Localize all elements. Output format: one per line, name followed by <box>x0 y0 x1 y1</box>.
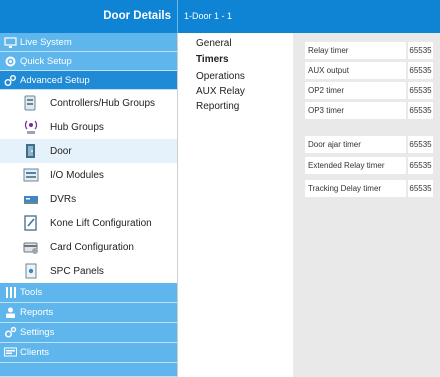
lift-icon <box>22 214 40 232</box>
clients-icon <box>4 346 17 359</box>
controller-icon <box>22 94 40 112</box>
sidebar-section-label: Settings <box>20 327 55 338</box>
sidebar-item-label: SPC Panels <box>50 265 104 277</box>
hub-icon <box>22 118 40 136</box>
sidebar: Live System Quick Setup Advanced Setup C… <box>0 33 178 377</box>
sidebar-section-label: Advanced Setup <box>20 74 90 86</box>
sidebar-item-label: DVRs <box>50 193 77 205</box>
sidebar-item-label: Card Configuration <box>50 241 134 253</box>
timer-row-extended-relay: Extended Relay timer 65535 <box>305 157 433 174</box>
timer-label: Extended Relay timer <box>305 157 406 174</box>
tab-timers[interactable]: Timers <box>178 53 293 67</box>
settings-icon <box>4 326 17 339</box>
card-icon <box>22 238 40 256</box>
sidebar-section-label: Live System <box>20 36 72 48</box>
tab-list: General Timers Operations AUX Relay Repo… <box>178 33 293 377</box>
timer-row-op2: OP2 timer 65535 <box>305 82 433 99</box>
sidebar-item-controllers-hub-groups[interactable]: Controllers/Hub Groups <box>0 91 178 115</box>
timer-row-aux-output: AUX output 65535 <box>305 62 433 79</box>
timer-value-field[interactable]: 65535 <box>406 62 433 79</box>
timer-value-field[interactable]: 65535 <box>406 82 433 99</box>
dvr-icon <box>22 190 40 208</box>
sidebar-item-dvrs[interactable]: DVRs <box>0 187 178 211</box>
sidebar-section-reports[interactable]: Reports <box>0 303 178 323</box>
sidebar-item-hub-groups[interactable]: Hub Groups <box>0 115 178 139</box>
sidebar-item-label: Controllers/Hub Groups <box>50 97 156 109</box>
sidebar-section-settings[interactable]: Settings <box>0 323 178 343</box>
gear-icon <box>4 55 17 68</box>
timer-value-field[interactable]: 65535 <box>406 102 433 119</box>
timer-row-door-ajar: Door ajar timer 65535 <box>305 136 433 153</box>
timer-value-field[interactable]: 65535 <box>406 157 433 174</box>
timer-row-tracking-delay: Tracking Delay timer 65535 <box>305 180 433 197</box>
title-bar: Door Details 1-Door 1 - 1 <box>0 0 440 33</box>
sidebar-item-kone-lift-configuration[interactable]: Kone Lift Configuration <box>0 211 178 235</box>
sidebar-section-clients[interactable]: Clients <box>0 343 178 363</box>
timer-row-relay: Relay timer 65535 <box>305 42 433 59</box>
gears-icon <box>4 74 17 87</box>
timer-label: OP3 timer <box>305 102 406 119</box>
timer-label: Tracking Delay timer <box>305 180 406 197</box>
breadcrumb[interactable]: 1-Door 1 - 1 <box>178 0 232 33</box>
door-details-window: Door Details 1-Door 1 - 1 Live System Qu… <box>0 0 440 377</box>
sidebar-section-live-system[interactable]: Live System <box>0 33 178 52</box>
sidebar-item-label: Door <box>50 145 72 157</box>
tab-general[interactable]: General <box>178 37 293 51</box>
tab-aux-relay[interactable]: AUX Relay <box>178 85 293 99</box>
timer-label: Door ajar timer <box>305 136 406 153</box>
sidebar-section-label: Quick Setup <box>20 55 72 67</box>
sidebar-section-label: Tools <box>20 287 43 298</box>
timer-label: OP2 timer <box>305 82 406 99</box>
sidebar-item-label: Hub Groups <box>50 121 104 133</box>
sidebar-item-door[interactable]: Door <box>0 139 178 163</box>
reports-icon <box>4 306 17 319</box>
tab-reporting[interactable]: Reporting <box>178 100 293 114</box>
sidebar-bottom-strip <box>0 363 178 377</box>
timer-value-field[interactable]: 65535 <box>406 180 433 197</box>
spc-panel-icon <box>22 262 40 280</box>
tools-icon <box>4 286 17 299</box>
sidebar-section-tools[interactable]: Tools <box>0 283 178 303</box>
sidebar-item-label: I/O Modules <box>50 169 104 181</box>
tab-operations[interactable]: Operations <box>178 70 293 84</box>
sidebar-item-io-modules[interactable]: I/O Modules <box>0 163 178 187</box>
timers-panel: Relay timer 65535 AUX output 65535 OP2 t… <box>293 33 440 377</box>
io-module-icon <box>22 166 40 184</box>
sidebar-item-label: Kone Lift Configuration <box>50 217 152 229</box>
timer-value-field[interactable]: 65535 <box>406 136 433 153</box>
timer-row-op3: OP3 timer 65535 <box>305 102 433 119</box>
sidebar-item-card-configuration[interactable]: Card Configuration <box>0 235 178 259</box>
timer-label: Relay timer <box>305 42 406 59</box>
page-title: Door Details <box>0 0 178 33</box>
sidebar-section-label: Reports <box>20 307 54 318</box>
timer-value-field[interactable]: 65535 <box>406 42 433 59</box>
sidebar-item-spc-panels[interactable]: SPC Panels <box>0 259 178 283</box>
door-icon <box>22 142 40 160</box>
monitor-icon <box>4 36 17 49</box>
sidebar-section-quick-setup[interactable]: Quick Setup <box>0 52 178 71</box>
sidebar-section-label: Clients <box>20 347 50 358</box>
sidebar-section-advanced-setup[interactable]: Advanced Setup <box>0 71 178 90</box>
timer-label: AUX output <box>305 62 406 79</box>
